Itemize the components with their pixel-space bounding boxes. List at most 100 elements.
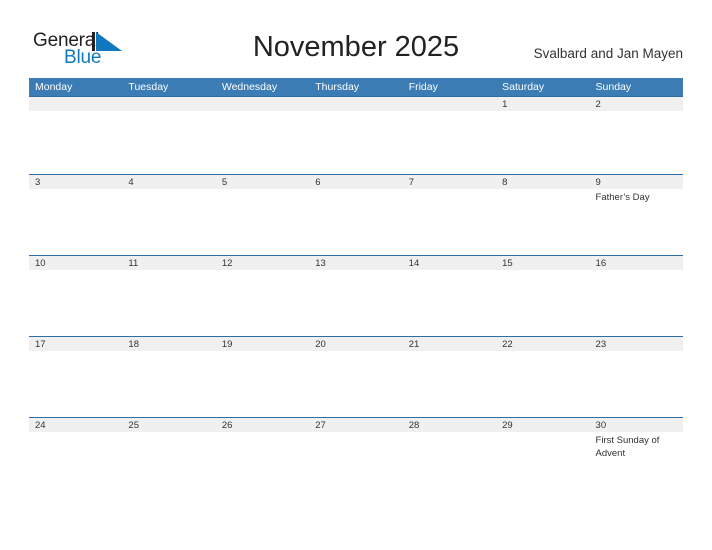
page-header: General Blue November 2025 Svalbard and … (0, 0, 712, 76)
week-event-band: Father’s Day (29, 189, 683, 255)
weekday-header-thursday: Thursday (315, 81, 360, 93)
week-date-band: 10 11 12 13 14 15 16 (29, 255, 683, 270)
day-cell[interactable] (309, 432, 402, 498)
week-event-band: First Sunday of Advent (29, 432, 683, 498)
day-cell[interactable] (216, 189, 309, 255)
day-cell[interactable] (403, 270, 496, 336)
day-number[interactable]: 10 (29, 256, 122, 270)
day-cell[interactable] (590, 111, 683, 174)
day-cell (403, 111, 496, 174)
day-number[interactable]: 20 (309, 337, 402, 351)
day-number[interactable]: 2 (590, 97, 683, 111)
day-number-empty (122, 97, 215, 111)
weekday-header-monday: Monday (35, 81, 73, 93)
day-cell[interactable] (29, 351, 122, 417)
day-number[interactable]: 6 (309, 175, 402, 189)
day-cell[interactable] (496, 432, 589, 498)
day-cell[interactable] (122, 432, 215, 498)
weekday-header-tuesday: Tuesday (128, 81, 169, 93)
day-number[interactable]: 18 (122, 337, 215, 351)
day-number[interactable]: 22 (496, 337, 589, 351)
day-number[interactable]: 28 (403, 418, 496, 432)
day-number[interactable]: 12 (216, 256, 309, 270)
day-cell (216, 111, 309, 174)
day-cell[interactable] (309, 351, 402, 417)
region-label: Svalbard and Jan Mayen (533, 46, 683, 61)
day-cell[interactable] (590, 270, 683, 336)
day-number[interactable]: 30 (590, 418, 683, 432)
holiday-event-label: Father’s Day (595, 192, 650, 203)
day-number[interactable]: 17 (29, 337, 122, 351)
day-cell[interactable]: First Sunday of Advent (590, 432, 683, 498)
day-number[interactable]: 26 (216, 418, 309, 432)
weekday-header-row: Monday Tuesday Wednesday Thursday Friday… (29, 78, 683, 96)
day-cell[interactable] (590, 351, 683, 417)
day-cell[interactable] (403, 432, 496, 498)
day-cell[interactable] (403, 189, 496, 255)
calendar-week-row: 10 11 12 13 14 15 16 (29, 255, 683, 336)
holiday-event-label: First Sunday of Advent (595, 435, 660, 459)
day-number[interactable]: 27 (309, 418, 402, 432)
day-cell[interactable] (216, 270, 309, 336)
day-cell[interactable] (122, 351, 215, 417)
day-cell[interactable]: Father’s Day (590, 189, 683, 255)
day-number[interactable]: 8 (496, 175, 589, 189)
calendar-week-row: 24 25 26 27 28 29 30 First Sunday of Advent (29, 417, 683, 498)
day-cell[interactable] (496, 270, 589, 336)
calendar-page: General Blue November 2025 Svalbard and … (0, 0, 712, 550)
week-date-band: 3456789 (29, 174, 683, 189)
day-number[interactable]: 23 (590, 337, 683, 351)
week-date-band: 17 18 19 20 21 22 23 (29, 336, 683, 351)
day-number[interactable]: 21 (403, 337, 496, 351)
day-number[interactable]: 14 (403, 256, 496, 270)
day-number-empty (216, 97, 309, 111)
day-cell[interactable] (496, 111, 589, 174)
week-event-band (29, 270, 683, 336)
day-cell (309, 111, 402, 174)
calendar-week-row: 12 (29, 96, 683, 174)
day-cell[interactable] (216, 432, 309, 498)
calendar-grid: Monday Tuesday Wednesday Thursday Friday… (29, 78, 683, 498)
day-cell[interactable] (122, 189, 215, 255)
day-cell[interactable] (403, 351, 496, 417)
day-number[interactable]: 11 (122, 256, 215, 270)
weekday-header-saturday: Saturday (502, 81, 545, 93)
day-number[interactable]: 5 (216, 175, 309, 189)
week-date-band: 24 25 26 27 28 29 30 (29, 417, 683, 432)
calendar-week-row: 17 18 19 20 21 22 23 (29, 336, 683, 417)
weekday-header-friday: Friday (408, 81, 438, 93)
day-cell[interactable] (496, 189, 589, 255)
day-number[interactable]: 1 (496, 97, 589, 111)
day-number[interactable]: 7 (403, 175, 496, 189)
weekday-header-sunday: Sunday (595, 81, 632, 93)
day-cell[interactable] (29, 432, 122, 498)
day-number[interactable]: 19 (216, 337, 309, 351)
day-number[interactable]: 16 (590, 256, 683, 270)
day-number-empty (29, 97, 122, 111)
day-cell[interactable] (216, 351, 309, 417)
day-cell[interactable] (309, 270, 402, 336)
week-event-band (29, 111, 683, 174)
day-number[interactable]: 24 (29, 418, 122, 432)
calendar-weeks: 1 2 3 4 5 6 7 8 9 Father’s Day 10 11 12 13 14 15 16 17 18 1… (29, 96, 683, 498)
day-number[interactable]: 25 (122, 418, 215, 432)
day-number[interactable]: 3 (29, 175, 122, 189)
day-cell[interactable] (29, 189, 122, 255)
day-number[interactable]: 15 (496, 256, 589, 270)
day-cell[interactable] (309, 189, 402, 255)
day-number[interactable]: 4 (122, 175, 215, 189)
weekday-header-wednesday: Wednesday (221, 81, 278, 93)
day-number[interactable]: 9 (590, 175, 683, 189)
day-number-empty (309, 97, 402, 111)
day-number[interactable]: 29 (496, 418, 589, 432)
day-cell[interactable] (29, 270, 122, 336)
day-cell[interactable] (122, 270, 215, 336)
day-number-empty (403, 97, 496, 111)
week-event-band (29, 351, 683, 417)
day-cell (29, 111, 122, 174)
calendar-week-row: 3 4 5 6 7 8 9 Father’s Day (29, 174, 683, 255)
day-cell[interactable] (496, 351, 589, 417)
week-date-band: 12 (29, 96, 683, 111)
day-cell (122, 111, 215, 174)
day-number[interactable]: 13 (309, 256, 402, 270)
